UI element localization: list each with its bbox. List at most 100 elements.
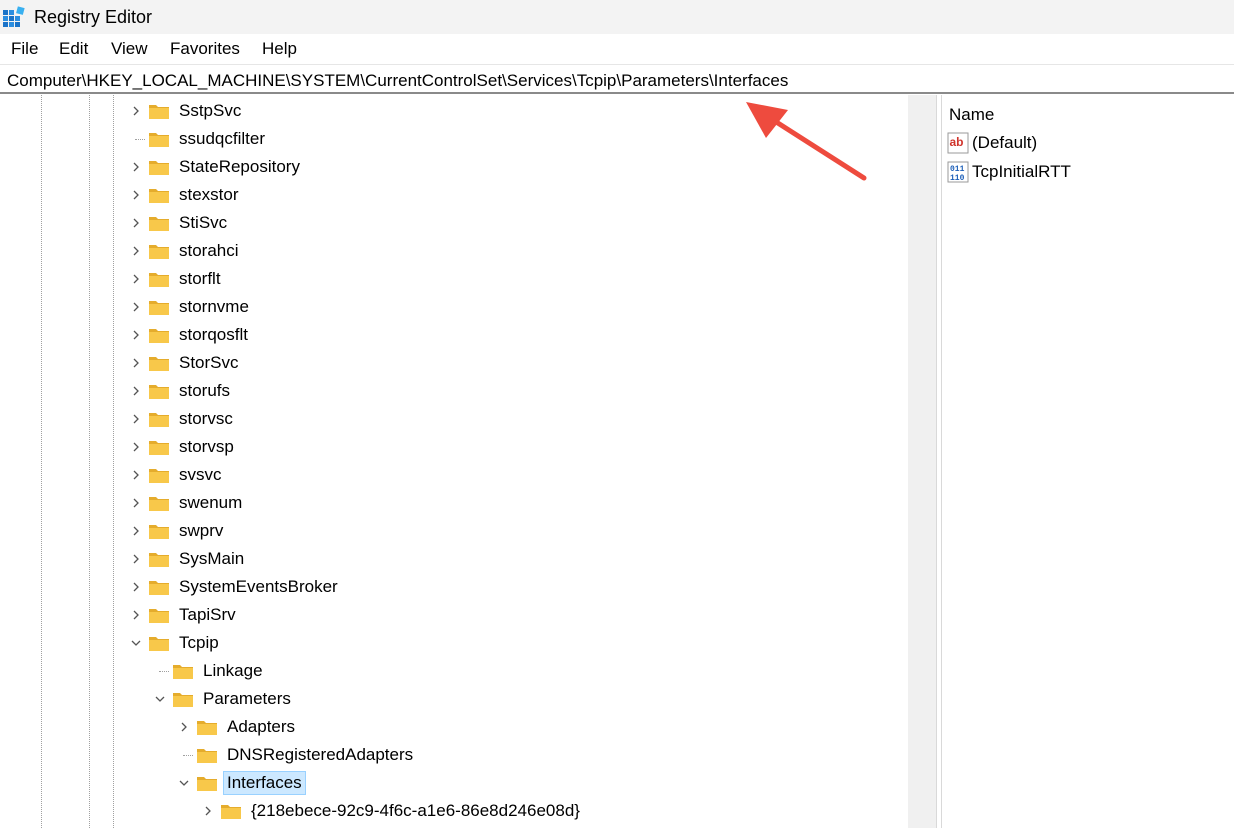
tree-item-label: svsvc [179,465,222,484]
folder-icon [149,637,169,651]
folder-icon [149,497,169,511]
tree-item-label: ssudqcfilter [179,129,265,148]
menu-file[interactable]: File [9,39,40,59]
chevron-right-icon[interactable] [128,154,144,180]
folder-icon [149,133,169,147]
tree-item-label: Tcpip [179,633,219,652]
tree-connector [128,126,145,152]
chevron-right-icon[interactable] [128,238,144,264]
value-row[interactable]: ab (Default) [947,130,1037,156]
tree-item-label: storvsp [179,437,234,456]
chevron-down-icon[interactable] [176,770,192,796]
address-path[interactable]: Computer\HKEY_LOCAL_MACHINE\SYSTEM\Curre… [7,71,788,91]
tree-item[interactable]: svsvc [128,462,225,488]
chevron-right-icon[interactable] [128,574,144,600]
value-row[interactable]: 011 110 TcpInitialRTT [947,159,1071,185]
tree-item[interactable]: stexstor [128,182,242,208]
chevron-right-icon[interactable] [128,294,144,320]
tree-item[interactable]: {218ebece-92c9-4f6c-a1e6-86e8d246e08d} [200,798,583,824]
tree-item[interactable]: DNSRegisteredAdapters [176,742,416,768]
folder-icon [197,749,217,763]
chevron-right-icon[interactable] [128,518,144,544]
folder-icon [149,301,169,315]
folder-icon [149,413,169,427]
tree-guide-line [113,95,114,828]
tree-item-label: TapiSrv [179,605,236,624]
tree-item-label: storflt [179,269,221,288]
chevron-right-icon[interactable] [176,714,192,740]
tree-item[interactable]: storvsc [128,406,236,432]
folder-icon [149,245,169,259]
address-bar[interactable]: Computer\HKEY_LOCAL_MACHINE\SYSTEM\Curre… [0,64,1234,94]
tree-item-label: StorSvc [179,353,239,372]
chevron-right-icon[interactable] [128,406,144,432]
tree-item[interactable]: storufs [128,378,233,404]
svg-text:110: 110 [950,174,965,183]
menu-favorites[interactable]: Favorites [168,39,242,59]
menu-edit[interactable]: Edit [57,39,90,59]
chevron-right-icon[interactable] [128,462,144,488]
folder-icon [149,469,169,483]
chevron-down-icon[interactable] [152,686,168,712]
tree-item[interactable]: stornvme [128,294,252,320]
tree-item[interactable]: SstpSvc [128,98,244,124]
tree-item[interactable]: Adapters [176,714,298,740]
tree-item[interactable]: Interfaces [176,770,306,796]
chevron-right-icon[interactable] [128,182,144,208]
tree-item-label: Interfaces [223,771,306,795]
chevron-right-icon[interactable] [128,602,144,628]
tree-item[interactable]: ssudqcfilter [128,126,268,152]
tree-scrollbar[interactable] [908,95,936,828]
folder-icon [149,385,169,399]
chevron-right-icon[interactable] [128,210,144,236]
tree-item-label: swenum [179,493,243,512]
column-header-name[interactable]: Name [949,104,994,126]
tree-item-label: SstpSvc [179,101,242,120]
tree-item-label: SysMain [179,549,245,568]
binary-value-icon: 011 110 [947,161,969,183]
chevron-right-icon[interactable] [200,798,216,824]
folder-icon [149,273,169,287]
tree-item[interactable]: SystemEventsBroker [128,574,341,600]
chevron-right-icon[interactable] [128,378,144,404]
tree-item[interactable]: storqosflt [128,322,251,348]
tree-guide-line [41,95,42,828]
chevron-right-icon[interactable] [128,434,144,460]
values-pane[interactable]: Name ab (Default) 011 110 TcpInitialRTT [942,95,1234,828]
key-tree[interactable]: SstpSvc ssudqcfilter StateRepository stexst… [0,95,935,828]
tree-item[interactable]: StiSvc [128,210,230,236]
tree-item[interactable]: StorSvc [128,350,242,376]
folder-icon [149,357,169,371]
tree-item-label: Adapters [227,717,296,736]
tree-item[interactable]: storvsp [128,434,237,460]
chevron-right-icon[interactable] [128,546,144,572]
chevron-right-icon[interactable] [128,490,144,516]
tree-connector [152,658,169,684]
string-value-icon: ab [947,132,969,154]
window-title: Registry Editor [34,7,153,27]
folder-icon [149,581,169,595]
folder-icon [149,553,169,567]
chevron-right-icon[interactable] [128,350,144,376]
tree-item[interactable]: Linkage [152,658,266,684]
chevron-right-icon[interactable] [128,322,144,348]
value-name: TcpInitialRTT [972,162,1071,181]
menu-view[interactable]: View [109,39,150,59]
tree-item[interactable]: swprv [128,518,226,544]
menu-bar: File Edit View Favorites Help [0,34,1234,64]
menu-help[interactable]: Help [260,39,299,59]
tree-item[interactable]: swenum [128,490,245,516]
tree-item[interactable]: Tcpip [128,630,222,656]
chevron-down-icon[interactable] [128,630,144,656]
tree-item[interactable]: storahci [128,238,242,264]
tree-item[interactable]: TapiSrv [128,602,239,628]
chevron-right-icon[interactable] [128,266,144,292]
title-bar: Registry Editor [0,0,1234,34]
tree-item[interactable]: StateRepository [128,154,303,180]
chevron-right-icon[interactable] [128,98,144,124]
tree-item-label: storahci [179,241,239,260]
tree-item[interactable]: Parameters [152,686,294,712]
folder-icon [149,329,169,343]
tree-item[interactable]: SysMain [128,546,247,572]
tree-item[interactable]: storflt [128,266,224,292]
